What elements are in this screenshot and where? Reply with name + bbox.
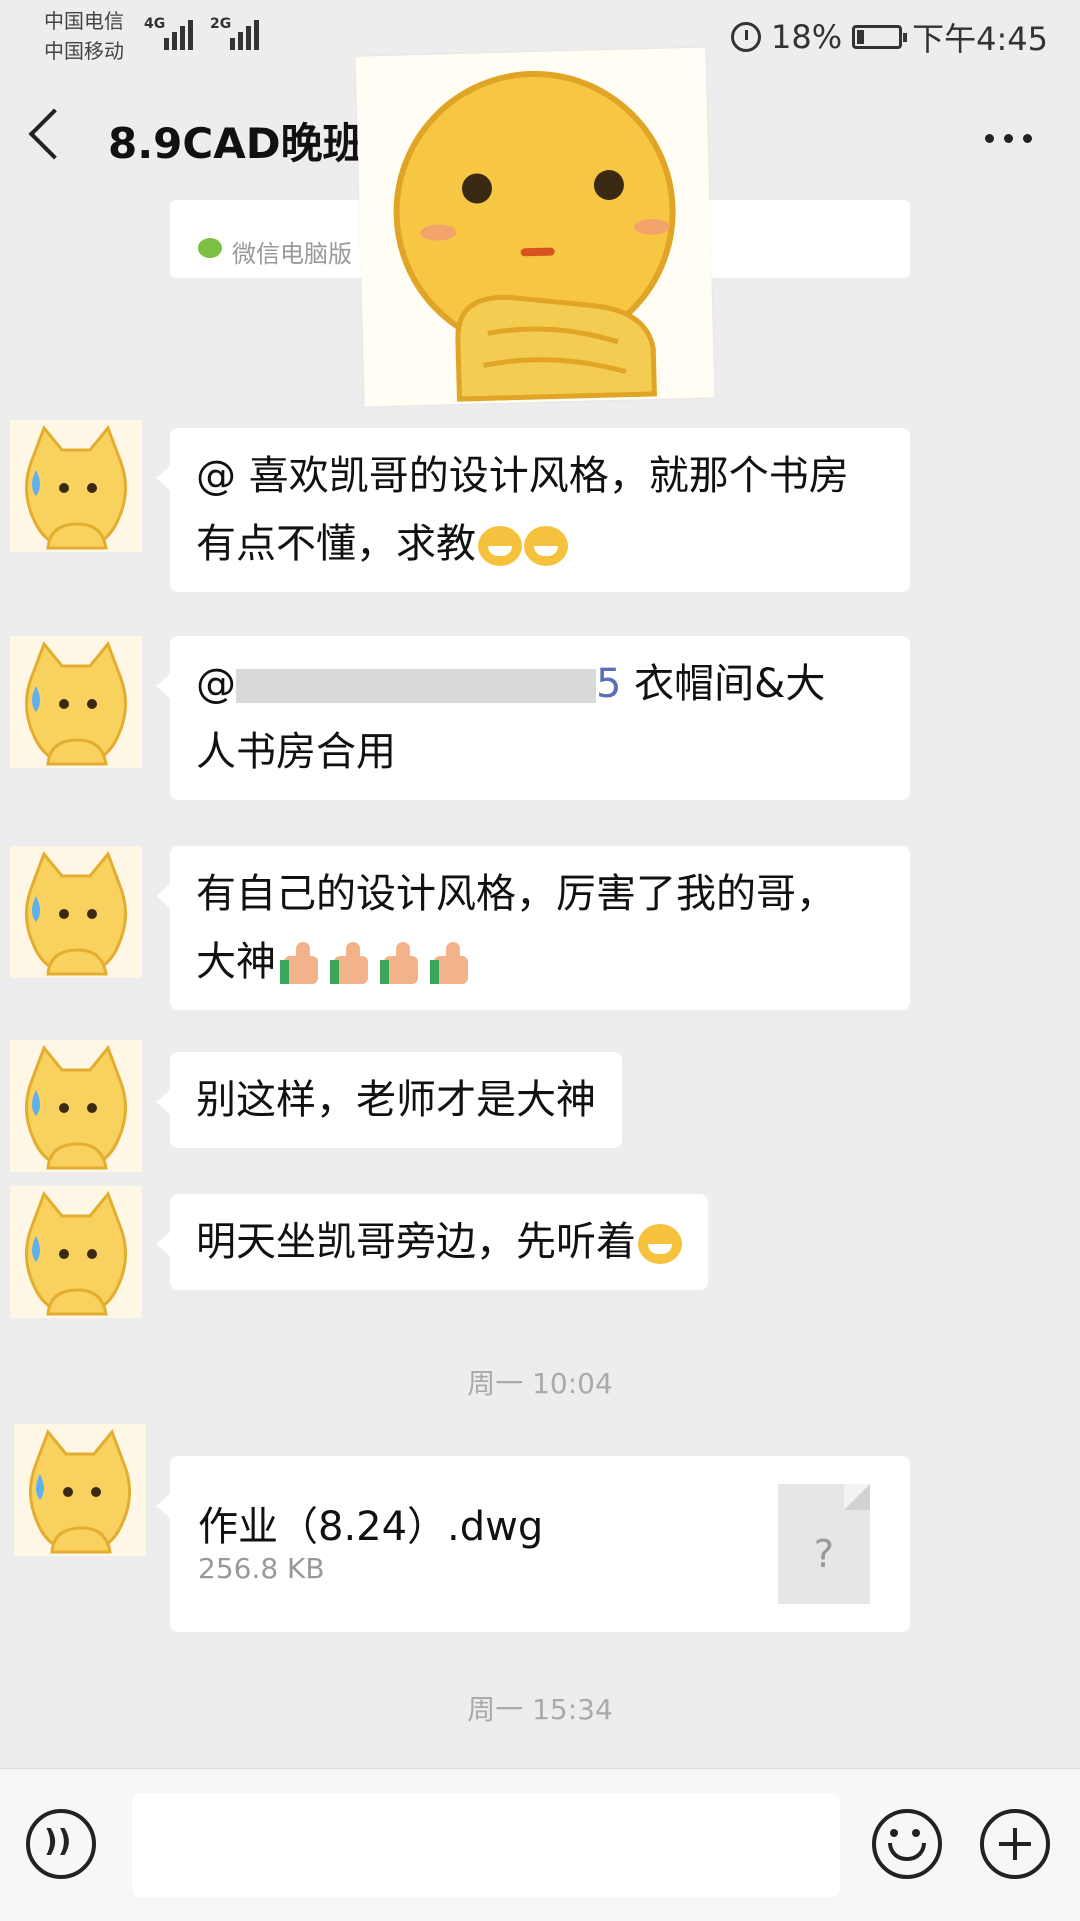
back-arrow-icon[interactable] [28, 108, 80, 160]
mention-text: @ [196, 661, 236, 707]
chat-title: 8.9CAD晚班 [108, 119, 365, 168]
plus-icon[interactable] [980, 1809, 1050, 1879]
file-message[interactable]: 作业（8.24）.dwg 256.8 KB ? [156, 1456, 910, 1632]
message-text: 衣帽间&大 [634, 661, 826, 707]
signal-icon-2 [230, 18, 259, 50]
grin-emoji-icon [638, 1224, 682, 1264]
message-text: 别这样，老师才是大神 [196, 1077, 596, 1123]
alarm-icon [731, 22, 761, 52]
voice-input-icon[interactable]: )) [26, 1809, 96, 1879]
grin-emoji-icon [524, 526, 568, 566]
avatar[interactable] [10, 1186, 142, 1318]
message-text: 明天坐凯哥旁边，先听着 [196, 1219, 636, 1265]
avatar[interactable] [10, 636, 142, 768]
chat-timestamp: 周一 15:34 [467, 1693, 613, 1726]
card-source-label: 微信电脑版 [232, 240, 352, 268]
thumbs-up-emoji-icon [330, 942, 376, 986]
signal-icon [164, 18, 193, 50]
thumbs-up-emoji-icon [380, 942, 426, 986]
message-bubble[interactable]: @5 衣帽间&大 人书房合用 [156, 636, 910, 800]
thumbs-up-emoji-icon [430, 942, 476, 986]
message-text: @ 喜欢凯哥的设计风格，就那个书房有点不懂，求教 [196, 453, 849, 567]
grin-emoji-icon [478, 526, 522, 566]
input-bar: )) [0, 1768, 1080, 1921]
thumbs-up-emoji-icon [280, 942, 326, 986]
avatar[interactable] [10, 1040, 142, 1172]
avatar[interactable] [10, 420, 142, 552]
message-input[interactable] [132, 1793, 840, 1897]
battery-icon [852, 25, 908, 49]
thinking-face-sticker [355, 47, 715, 407]
message-text: 有自己的设计风格，厉害了我的哥， [196, 871, 836, 917]
battery-percent: 18% [771, 18, 843, 56]
message-text: 人书房合用 [196, 729, 396, 775]
chat-timestamp: 周一 10:04 [467, 1367, 613, 1400]
carrier-label-2: 中国移动 [44, 39, 124, 63]
clock-time: 下午4:45 [912, 20, 1048, 58]
more-options-icon[interactable] [985, 134, 1032, 143]
message-text: 大神 [196, 939, 276, 985]
emoji-icon[interactable] [872, 1809, 942, 1879]
file-size: 256.8 KB [198, 1552, 325, 1585]
wechat-icon [198, 238, 222, 258]
carrier-label-1: 中国电信 [44, 9, 124, 33]
redacted-block [236, 669, 596, 703]
file-name: 作业（8.24）.dwg [198, 1504, 544, 1550]
network-type-2: 2G [210, 16, 232, 32]
unknown-file-icon: ? [778, 1484, 870, 1604]
message-bubble[interactable]: @ 喜欢凯哥的设计风格，就那个书房有点不懂，求教 [156, 428, 910, 592]
message-bubble[interactable]: 明天坐凯哥旁边，先听着 [156, 1194, 708, 1290]
message-bubble[interactable]: 有自己的设计风格，厉害了我的哥， 大神 [156, 846, 910, 1010]
avatar[interactable] [14, 1424, 146, 1556]
network-type-1: 4G [144, 16, 166, 32]
avatar[interactable] [10, 846, 142, 978]
mention-suffix: 5 [596, 661, 622, 707]
message-bubble[interactable]: 别这样，老师才是大神 [156, 1052, 622, 1148]
